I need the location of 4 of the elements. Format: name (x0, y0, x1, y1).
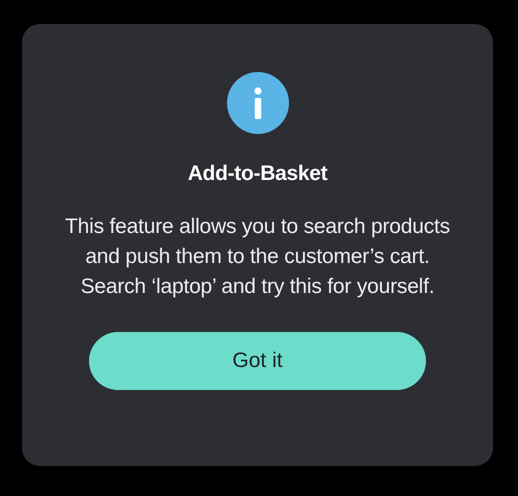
got-it-button[interactable]: Got it (89, 332, 426, 390)
dialog-message: This feature allows you to search products and push them to the customer’s cart. Search ‘laptop’ and try this for yourself. (64, 214, 451, 300)
info-icon (226, 72, 288, 134)
dialog-title: Add-to-Basket (188, 162, 328, 186)
